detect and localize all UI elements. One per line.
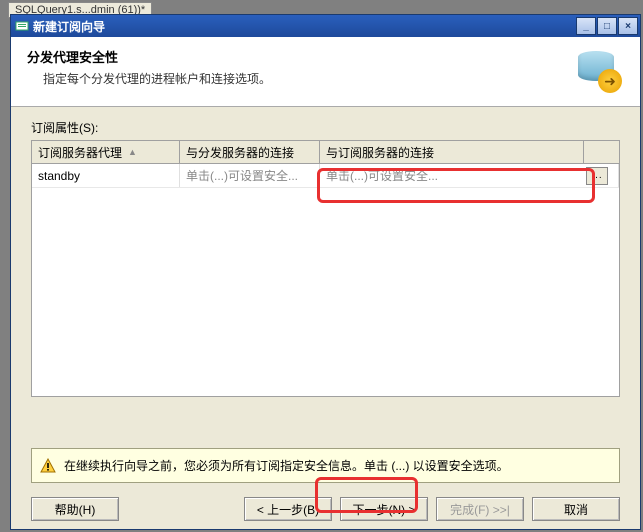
warning-bar: 在继续执行向导之前，您必须为所有订阅指定安全信息。单击 (...) 以设置安全选…	[31, 448, 620, 483]
back-button[interactable]: < 上一步(B)	[244, 497, 332, 521]
grid-header: 订阅服务器代理 ▲ 与分发服务器的连接 与订阅服务器的连接	[32, 140, 619, 164]
wizard-window: 新建订阅向导 _ □ × 分发代理安全性 指定每个分发代理的进程帐户和连接选项。…	[10, 14, 641, 530]
cell-agent: standby	[32, 164, 180, 187]
cancel-button[interactable]: 取消	[532, 497, 620, 521]
col-spacer	[584, 141, 619, 163]
wizard-header: 分发代理安全性 指定每个分发代理的进程帐户和连接选项。 ➜	[11, 37, 640, 107]
minimize-button[interactable]: _	[576, 17, 596, 35]
app-icon	[15, 19, 29, 33]
warning-text: 在继续执行向导之前，您必须为所有订阅指定安全信息。单击 (...) 以设置安全选…	[64, 457, 509, 474]
button-bar: 帮助(H) < 上一步(B) 下一步(N) > 完成(F) >>| 取消	[11, 497, 640, 521]
help-button[interactable]: 帮助(H)	[31, 497, 119, 521]
col-agent-label: 订阅服务器代理	[38, 144, 122, 161]
warning-icon	[40, 458, 56, 474]
ellipsis-button[interactable]: ...	[586, 167, 608, 185]
col-agent[interactable]: 订阅服务器代理 ▲	[32, 141, 180, 163]
subscription-grid: 订阅服务器代理 ▲ 与分发服务器的连接 与订阅服务器的连接 standby 单击…	[31, 140, 620, 397]
col-dist-conn[interactable]: 与分发服务器的连接	[180, 141, 320, 163]
cell-dist-conn[interactable]: 单击(...)可设置安全...	[180, 164, 320, 187]
sort-asc-icon: ▲	[128, 147, 137, 157]
cell-sub-conn: 单击(...)可设置安全... ...	[320, 164, 619, 187]
wizard-icon: ➜	[576, 47, 624, 95]
page-title: 分发代理安全性	[27, 47, 576, 66]
maximize-button[interactable]: □	[597, 17, 617, 35]
col-sub-conn[interactable]: 与订阅服务器的连接	[320, 141, 584, 163]
page-subtitle: 指定每个分发代理的进程帐户和连接选项。	[43, 70, 576, 87]
window-title: 新建订阅向导	[33, 18, 576, 35]
section-label: 订阅属性(S):	[31, 119, 620, 136]
cell-sub-conn-text[interactable]: 单击(...)可设置安全...	[320, 164, 586, 187]
close-button[interactable]: ×	[618, 17, 638, 35]
next-button[interactable]: 下一步(N) >	[340, 497, 428, 521]
finish-button: 完成(F) >>|	[436, 497, 524, 521]
grid-body: standby 单击(...)可设置安全... 单击(...)可设置安全... …	[32, 164, 619, 396]
titlebar: 新建订阅向导 _ □ ×	[11, 15, 640, 37]
table-row: standby 单击(...)可设置安全... 单击(...)可设置安全... …	[32, 164, 619, 188]
